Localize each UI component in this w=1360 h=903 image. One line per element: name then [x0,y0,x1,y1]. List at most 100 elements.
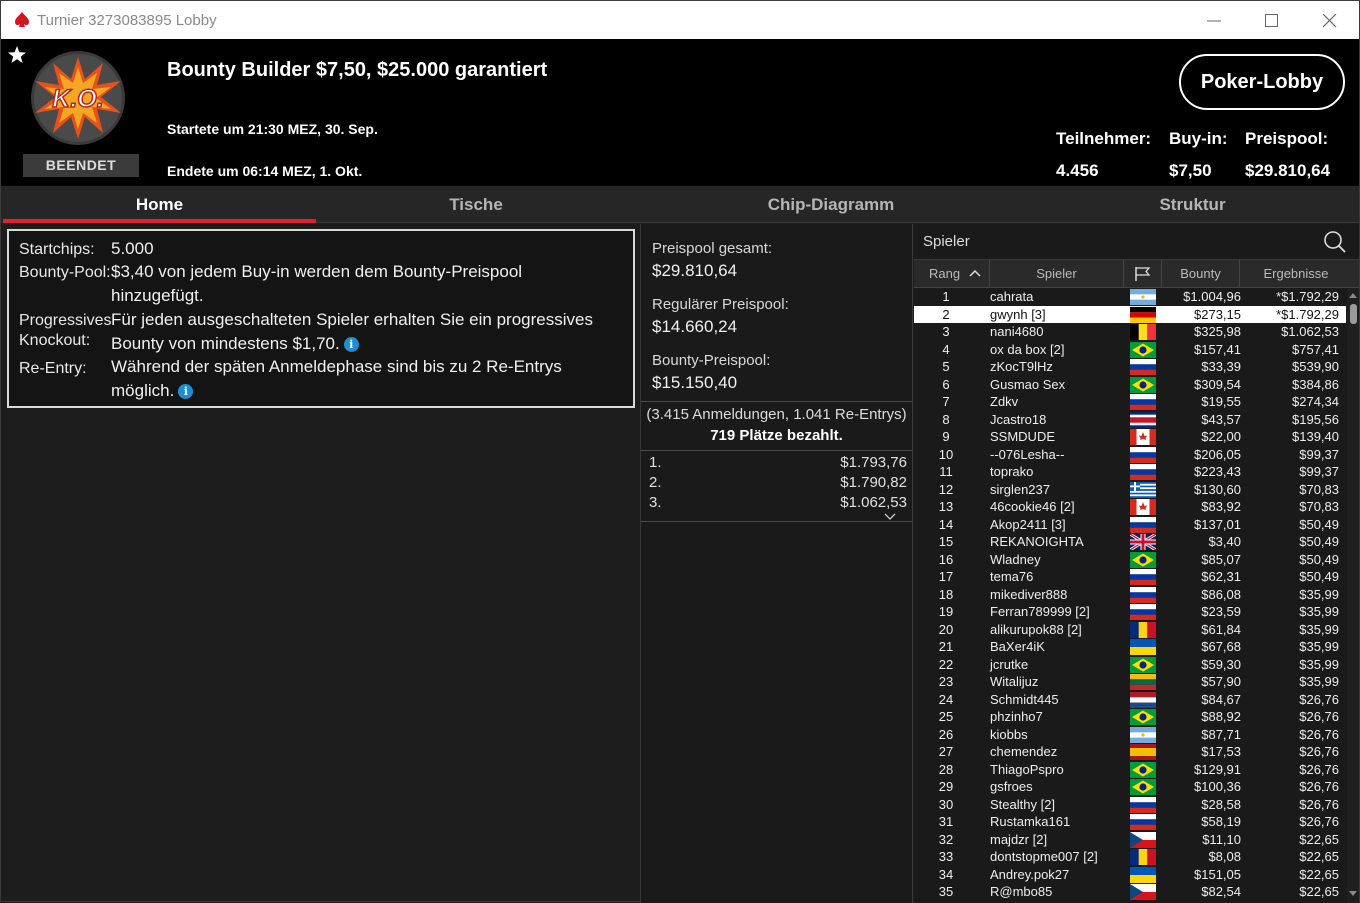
reentry-info-icon[interactable]: i [178,383,194,399]
start-time: Startete um 21:30 MEZ, 30. Sep. [167,121,378,137]
country-column-header[interactable] [1124,260,1162,288]
rank-column-header[interactable]: Rang [914,260,990,288]
bounty-prizepool-label: Bounty-Preispool: [652,352,771,369]
tab-home[interactable]: Home [3,186,316,223]
tab-structure[interactable]: Struktur [1026,186,1359,223]
pko-value: Für jeden ausgeschalteten Spieler erhalt… [111,308,611,355]
results-column-header[interactable]: Ergebnisse [1240,260,1352,288]
player-row[interactable]: 17 tema76 $62,31 $50,49 [914,568,1346,586]
country-flag-icon [1130,674,1156,690]
player-name: toprako [990,464,1034,479]
player-row[interactable]: 14 Akop2411 [3] $137,01 $50,49 [914,516,1346,534]
player-row[interactable]: 3 nani4680 $325,98 $1.062,53 [914,323,1346,341]
player-result: $50,49 [1299,516,1339,532]
player-row[interactable]: 10 --076Lesha-- $206,05 $99,37 [914,446,1346,464]
player-row[interactable]: 23 Witalijuz $57,90 $35,99 [914,673,1346,691]
player-row[interactable]: 19 Ferran789999 [2] $23,59 $35,99 [914,603,1346,621]
pko-info-icon[interactable]: i [343,336,359,352]
player-row[interactable]: 13 46cookie46 [2] $83,92 $70,83 [914,498,1346,516]
player-row[interactable]: 25 phzinho7 $88,92 $26,76 [914,708,1346,726]
player-row[interactable]: 26 kiobbs $87,71 $26,76 [914,726,1346,744]
player-name: sirglen237 [990,481,1050,497]
player-rank: 8 [942,411,950,427]
player-name: Witalijuz [990,674,1039,689]
player-row[interactable]: 11 toprako $223,43 $99,37 [914,463,1346,481]
player-row[interactable]: 31 Rustamka161 $58,19 $26,76 [914,813,1346,831]
minimize-button[interactable] [1185,1,1243,39]
player-row[interactable]: 34 Andrey.pok27 $151,05 $22,65 [914,866,1346,884]
bountypool-label: Bounty-Pool: [19,264,111,281]
tab-chip-chart[interactable]: Chip-Diagramm [636,186,1026,223]
bounty-column-header[interactable]: Bounty [1162,260,1240,288]
players-scrollbar[interactable] [1347,288,1359,903]
player-result: $26,76 [1299,691,1339,707]
expand-payouts-chevron-icon[interactable] [884,513,896,521]
player-row[interactable]: 12 sirglen237 $130,60 $70,83 [914,481,1346,499]
favorite-star-icon[interactable] [7,45,27,65]
tab-tables[interactable]: Tische [316,186,636,223]
scroll-up-icon[interactable] [1349,292,1357,298]
player-row[interactable]: 18 mikediver888 $86,08 $35,99 [914,586,1346,604]
player-name: cahrata [990,289,1034,304]
player-row[interactable]: 33 dontstopme007 [2] $8,08 $22,65 [914,848,1346,866]
player-row[interactable]: 29 gsfroes $100,36 $26,76 [914,778,1346,796]
player-row[interactable]: 9 SSMDUDE $22,00 $139,40 [914,428,1346,446]
player-search-bar[interactable]: Spieler [914,224,1359,260]
player-row[interactable]: 21 BaXer4iK $67,68 $35,99 [914,638,1346,656]
player-row[interactable]: 27 chemendez $17,53 $26,76 [914,743,1346,761]
country-flag-icon [1130,411,1156,428]
close-button[interactable] [1301,1,1359,39]
player-bounty: $58,19 [1201,814,1241,829]
player-row[interactable]: 30 Stealthy [2] $28,58 $26,76 [914,796,1346,814]
player-result: $26,76 [1299,761,1339,777]
player-row[interactable]: 35 R@mbo85 $82,54 $22,65 [914,883,1346,901]
player-result: $99,37 [1299,446,1339,462]
player-bounty: $206,05 [1194,446,1241,462]
player-name: Stealthy [2] [990,796,1056,812]
player-result: $195,56 [1292,411,1339,427]
maximize-button[interactable] [1243,1,1301,39]
player-row[interactable]: 5 zKocT9lHz $33,39 $539,90 [914,358,1346,376]
player-row[interactable]: 2 gwynh [3] $273,15 *$1.792,29 [914,305,1346,323]
player-result: $26,76 [1299,709,1339,724]
scroll-down-icon[interactable] [1349,891,1357,897]
player-bounty: $33,39 [1201,359,1241,374]
country-flag-icon [1130,779,1156,795]
player-result: $26,76 [1299,726,1339,742]
country-flag-icon [1130,849,1156,865]
country-flag-icon [1130,656,1156,673]
search-icon[interactable] [1323,230,1347,254]
player-row[interactable]: 16 Wladney $85,07 $50,49 [914,551,1346,569]
player-row[interactable]: 32 majdzr [2] $11,10 $22,65 [914,831,1346,849]
player-result: $35,99 [1299,604,1339,619]
regular-prizepool-label: Regulärer Preispool: [652,296,789,313]
payout-place: 2. [649,474,662,491]
poker-lobby-button[interactable]: Poker-Lobby [1179,54,1345,110]
player-row[interactable]: 8 Jcastro18 $43,57 $195,56 [914,411,1346,429]
player-bounty: $88,92 [1201,709,1241,724]
player-row[interactable]: 15 REKANOIGHTA $3,40 $50,49 [914,533,1346,551]
player-result: $1.062,53 [1281,324,1339,339]
player-row[interactable]: 22 jcrutke $59,30 $35,99 [914,656,1346,674]
player-row[interactable]: 1 cahrata $1.004,96 *$1.792,29 [914,288,1346,306]
player-row[interactable]: 20 alikurupok88 [2] $61,84 $35,99 [914,621,1346,639]
player-row[interactable]: 7 Zdkv $19,55 $274,34 [914,393,1346,411]
country-flag-icon [1130,551,1156,568]
player-bounty: $82,54 [1201,884,1241,899]
player-name: Schmidt445 [990,691,1059,707]
player-rank: 24 [938,691,954,707]
player-row[interactable]: 4 ox da box [2] $157,41 $757,41 [914,341,1346,359]
prizepool-value: $29.810,64 [1245,161,1331,180]
player-row[interactable]: 24 Schmidt445 $84,67 $26,76 [914,691,1346,709]
player-row[interactable]: 28 ThiagoPspro $129,91 $26,76 [914,761,1346,779]
tournament-title: Bounty Builder $7,50, $25.000 garantiert [167,59,548,81]
player-name: 46cookie46 [2] [990,499,1075,514]
player-row[interactable]: 6 Gusmao Sex $309,54 $384,86 [914,376,1346,394]
scrollbar-thumb[interactable] [1350,304,1357,324]
player-result: $139,40 [1292,429,1339,444]
player-bounty: $8,08 [1208,849,1241,864]
payout-amount: $1.790,82 [840,474,907,491]
player-result: $35,99 [1299,674,1339,689]
player-column-header[interactable]: Spieler [990,260,1124,288]
player-result: $22,65 [1299,831,1339,847]
